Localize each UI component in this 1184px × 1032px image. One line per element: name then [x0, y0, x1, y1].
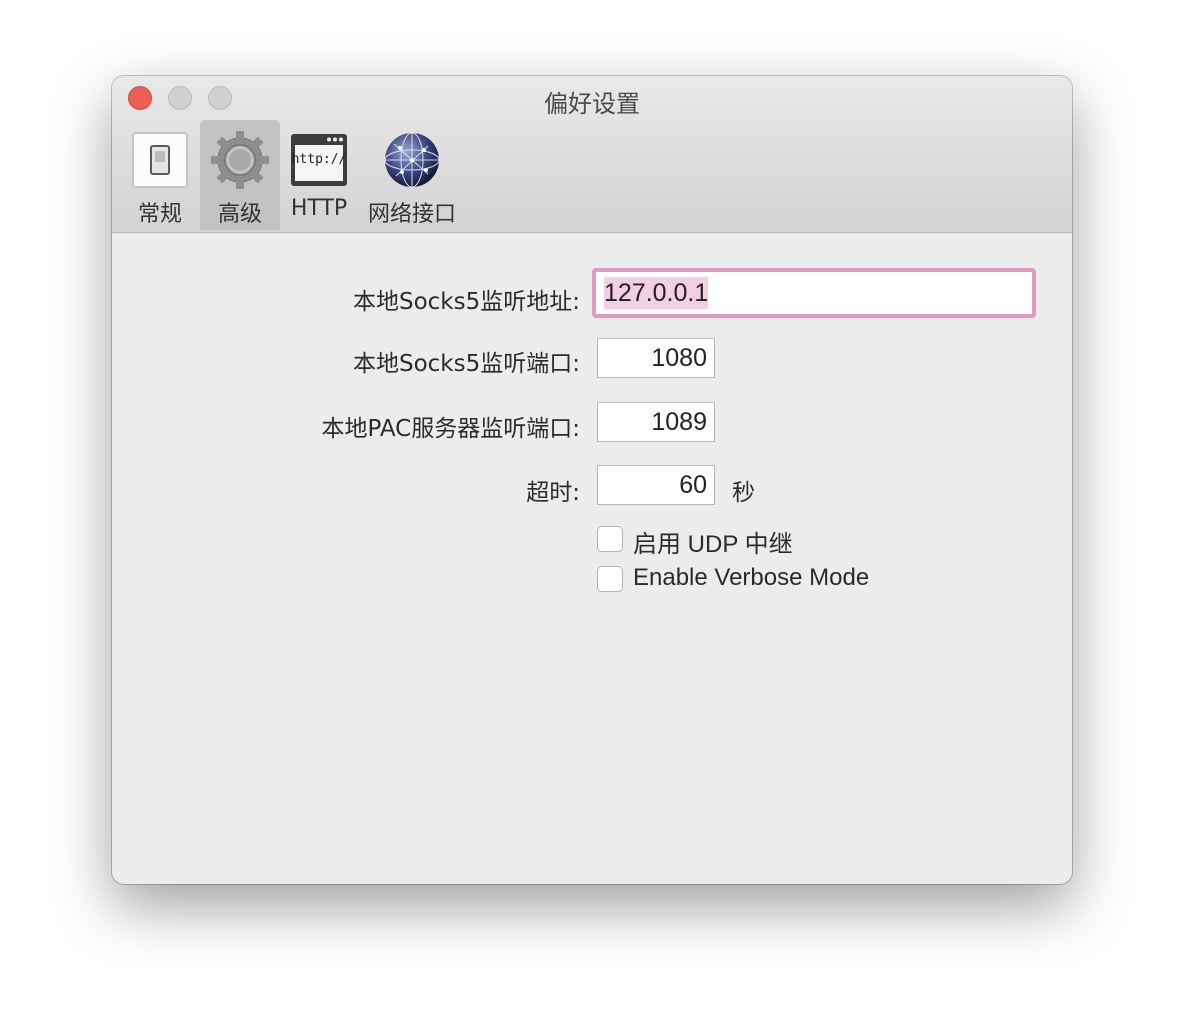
tab-advanced-label: 高级 [217, 202, 262, 227]
titlebar-toolbar: 偏好设置 常规 高级 http:// HTTP 网络接口 [112, 76, 1072, 233]
tab-http[interactable]: http:// HTTP [284, 120, 354, 230]
socks5-address-label: 本地Socks5监听地址: [352, 289, 580, 315]
udp-relay-checkbox[interactable] [597, 526, 623, 552]
tab-http-label: HTTP [290, 196, 348, 221]
socks5-address-input[interactable]: 127.0.0.1 [592, 268, 1036, 318]
switch-icon [130, 130, 190, 190]
tab-general-label: 常规 [137, 202, 182, 227]
gear-icon [210, 130, 270, 190]
pac-port-label: 本地PAC服务器监听端口: [321, 416, 580, 442]
udp-relay-label: 启用 UDP 中继 [633, 531, 793, 558]
svg-text:http://: http:// [292, 152, 347, 167]
http-window-icon: http:// [289, 130, 349, 190]
socks5-address-value: 127.0.0.1 [604, 277, 709, 309]
preferences-window: 偏好设置 常规 高级 http:// HTTP 网络接口 本地Socks5监听地… [112, 76, 1072, 884]
socks5-port-label: 本地Socks5监听端口: [352, 351, 580, 377]
timeout-input[interactable]: 60 [597, 465, 715, 505]
tab-network-interface-label: 网络接口 [367, 202, 456, 227]
window-title: 偏好设置 [544, 90, 640, 118]
pac-port-input[interactable]: 1089 [597, 402, 715, 442]
timeout-unit-label: 秒 [732, 480, 755, 506]
tab-network-interface[interactable]: 网络接口 [362, 120, 462, 230]
tab-general[interactable]: 常规 [126, 120, 194, 230]
verbose-mode-label: Enable Verbose Mode [633, 564, 870, 591]
socks5-port-input[interactable]: 1080 [597, 338, 715, 378]
timeout-label: 超时: [526, 480, 580, 506]
tab-advanced[interactable]: 高级 [200, 120, 280, 230]
verbose-mode-checkbox[interactable] [597, 566, 623, 592]
network-globe-icon [382, 130, 442, 190]
